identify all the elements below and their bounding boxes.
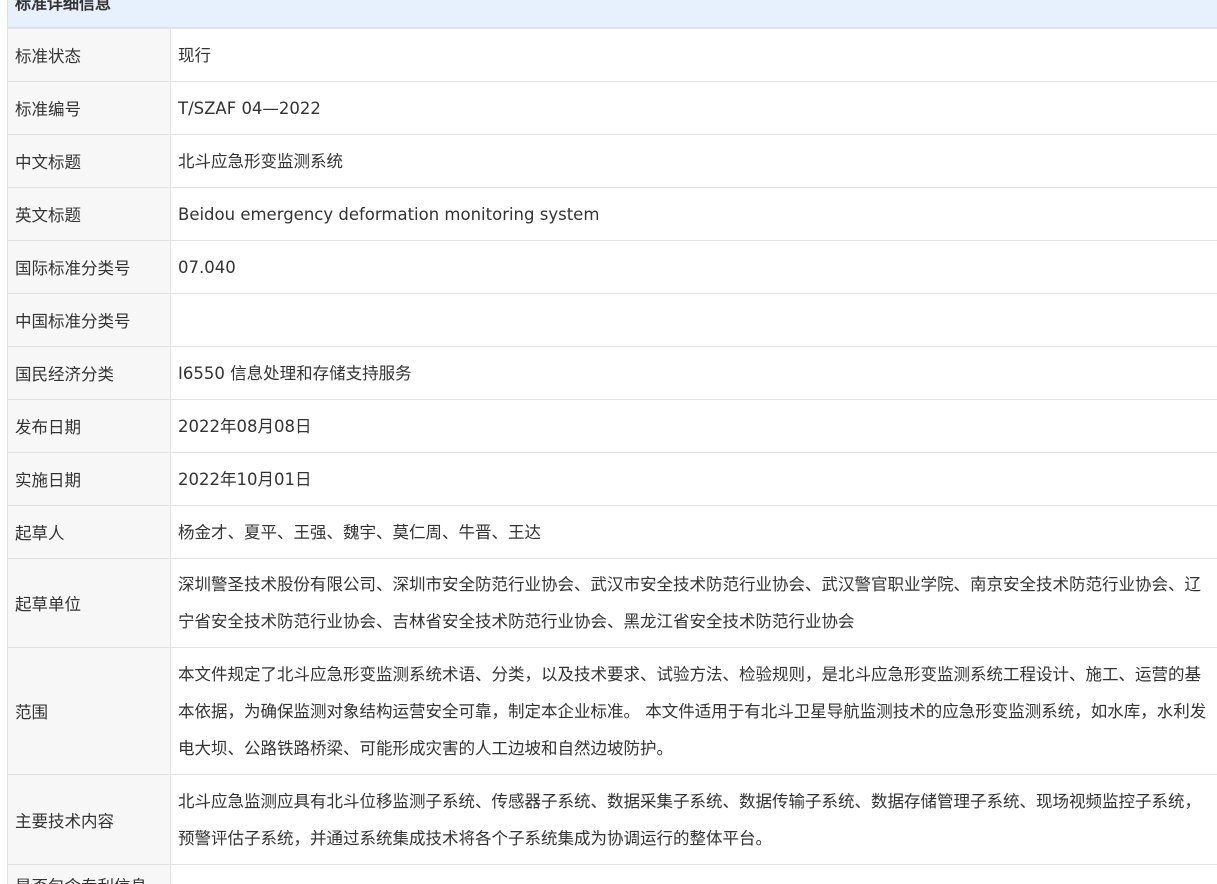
row-label: 国际标准分类号: [7, 240, 171, 294]
standard-detail-panel: 标准详细信息 标准状态 现行 标准编号 T/SZAF 04—2022 中文标题 …: [7, 0, 1217, 884]
table-row-drafting-units: 起草单位 深圳警圣技术股份有限公司、深圳市安全防范行业协会、武汉市安全技术防范行…: [7, 558, 1217, 648]
table-row-publish-date: 发布日期 2022年08月08日: [7, 399, 1217, 453]
standard-detail-table: 标准状态 现行 标准编号 T/SZAF 04—2022 中文标题 北斗应急形变监…: [7, 28, 1217, 884]
row-value: Beidou emergency deformation monitoring …: [170, 187, 1217, 241]
table-row-ccs: 中国标准分类号: [7, 293, 1217, 347]
table-row-ics: 国际标准分类号 07.040: [7, 240, 1217, 294]
table-row-standard-number: 标准编号 T/SZAF 04—2022: [7, 81, 1217, 135]
row-label: 标准编号: [7, 81, 171, 135]
row-value: 深圳警圣技术股份有限公司、深圳市安全防范行业协会、武汉市安全技术防范行业协会、武…: [170, 558, 1217, 648]
row-value: 杨金才、夏平、王强、魏宇、莫仁周、牛晋、王达: [170, 505, 1217, 559]
row-label: 起草人: [7, 505, 171, 559]
row-label: 中国标准分类号: [7, 293, 171, 347]
row-label: 是否包含专利信息: [7, 864, 171, 884]
table-row-patent-info: 是否包含专利信息: [7, 864, 1217, 884]
row-value: [170, 864, 1217, 884]
row-label: 英文标题: [7, 187, 171, 241]
row-label: 范围: [7, 647, 171, 775]
row-value: 2022年10月01日: [170, 452, 1217, 506]
row-label: 中文标题: [7, 134, 171, 188]
row-label: 国民经济分类: [7, 346, 171, 400]
row-value: 07.040: [170, 240, 1217, 294]
row-label: 实施日期: [7, 452, 171, 506]
table-row-status: 标准状态 现行: [7, 28, 1217, 82]
table-row-chinese-title: 中文标题 北斗应急形变监测系统: [7, 134, 1217, 188]
row-label: 标准状态: [7, 28, 171, 82]
row-value: I6550 信息处理和存储支持服务: [170, 346, 1217, 400]
row-value: T/SZAF 04—2022: [170, 81, 1217, 135]
panel-title: 标准详细信息: [7, 0, 1217, 28]
row-value: 本文件规定了北斗应急形变监测系统术语、分类，以及技术要求、试验方法、检验规则，是…: [170, 647, 1217, 775]
table-row-main-technical-content: 主要技术内容 北斗应急监测应具有北斗位移监测子系统、传感器子系统、数据采集子系统…: [7, 774, 1217, 865]
row-label: 发布日期: [7, 399, 171, 453]
row-label: 起草单位: [7, 558, 171, 648]
row-value: 北斗应急监测应具有北斗位移监测子系统、传感器子系统、数据采集子系统、数据传输子系…: [170, 774, 1217, 865]
table-row-scope: 范围 本文件规定了北斗应急形变监测系统术语、分类，以及技术要求、试验方法、检验规…: [7, 647, 1217, 775]
table-row-drafters: 起草人 杨金才、夏平、王强、魏宇、莫仁周、牛晋、王达: [7, 505, 1217, 559]
table-row-effective-date: 实施日期 2022年10月01日: [7, 452, 1217, 506]
row-value: [170, 293, 1217, 347]
table-row-english-title: 英文标题 Beidou emergency deformation monito…: [7, 187, 1217, 241]
row-label: 主要技术内容: [7, 774, 171, 865]
row-value: 现行: [170, 28, 1217, 82]
table-row-economic-classification: 国民经济分类 I6550 信息处理和存储支持服务: [7, 346, 1217, 400]
row-value: 2022年08月08日: [170, 399, 1217, 453]
row-value: 北斗应急形变监测系统: [170, 134, 1217, 188]
